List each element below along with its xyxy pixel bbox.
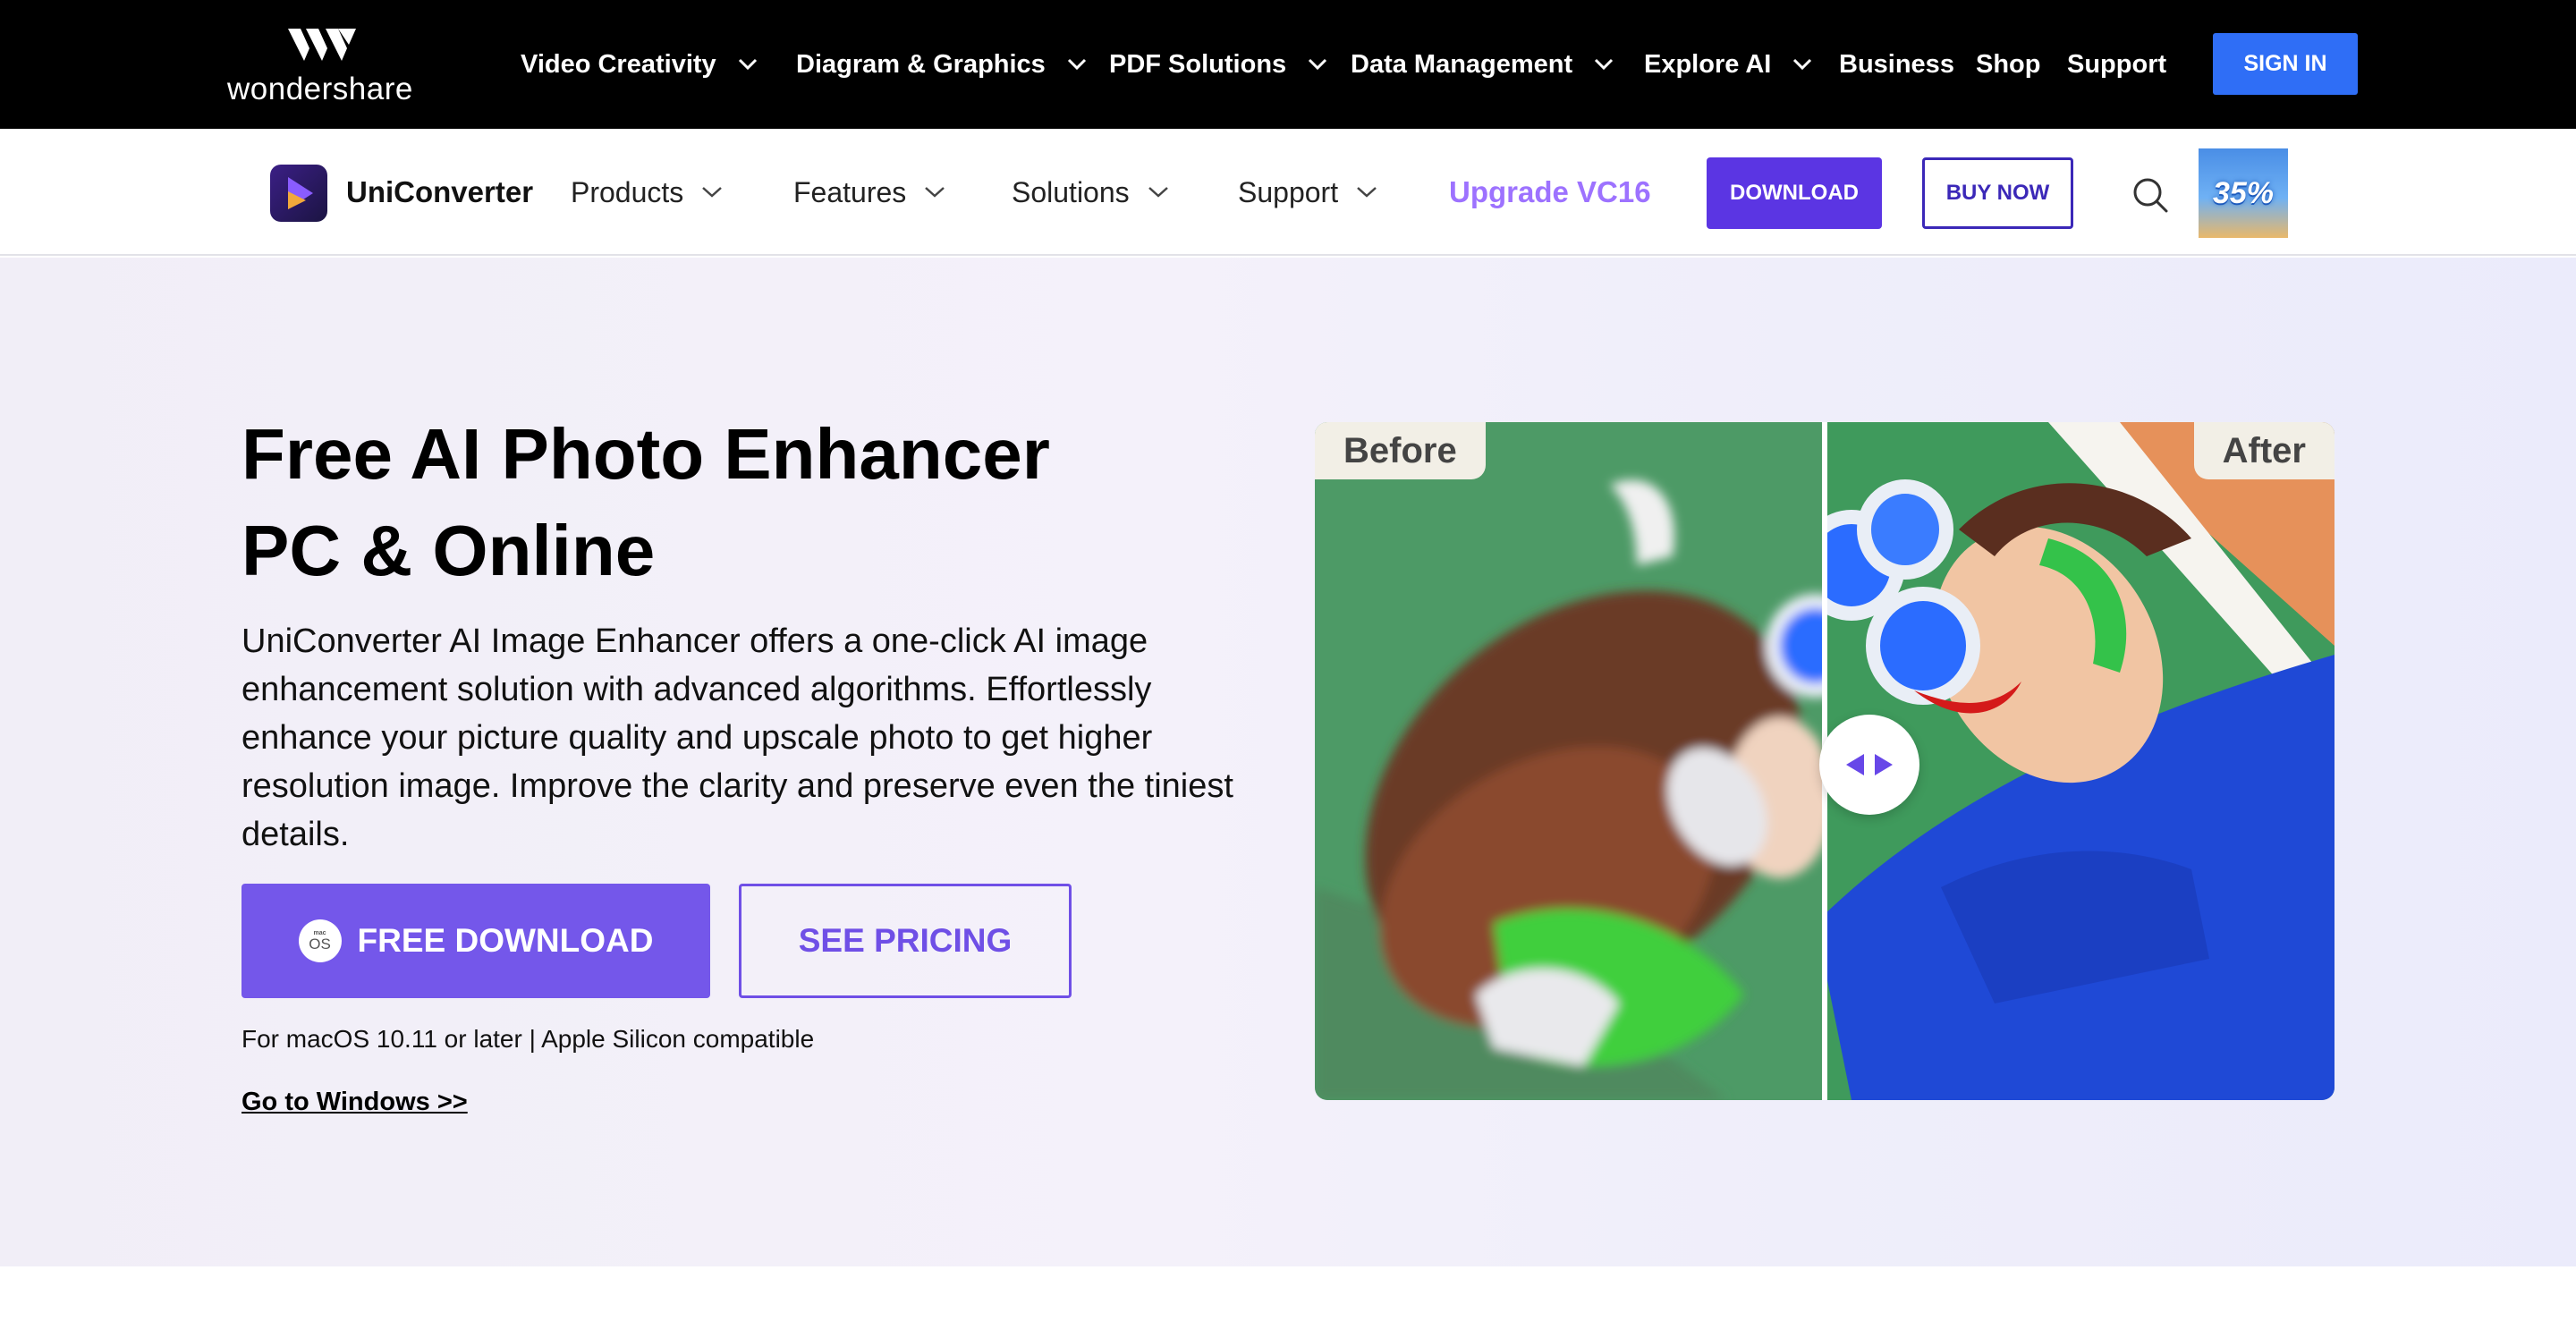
nav-item-label: Data Management: [1351, 49, 1573, 79]
sign-in-button[interactable]: SIGN IN: [2213, 33, 2358, 95]
page-content-below: [0, 1266, 2576, 1338]
buy-now-button[interactable]: BUY NOW: [1922, 157, 2073, 229]
nav-item-label: Video Creativity: [521, 49, 716, 79]
nav-item-label: Shop: [1976, 49, 2041, 79]
chevron-down-icon: [1067, 58, 1086, 71]
before-label: Before: [1315, 422, 1486, 479]
global-header: wondershare Video Creativity Diagram & G…: [0, 0, 2576, 129]
product-nav-features[interactable]: Features: [793, 129, 945, 256]
download-button[interactable]: DOWNLOAD: [1707, 157, 1882, 229]
chevron-down-icon: [1357, 187, 1377, 198]
product-nav-label: Support: [1238, 175, 1339, 208]
search-icon[interactable]: [2131, 175, 2170, 215]
drag-arrows-icon: [1846, 754, 1893, 775]
hero-section: Free AI Photo Enhancer PC & Online UniCo…: [0, 258, 2576, 1266]
nav-item-label: Explore AI: [1644, 49, 1772, 79]
comparison-slider-handle[interactable]: [1819, 715, 1919, 815]
promo-banner[interactable]: 35%: [2199, 148, 2288, 238]
compatibility-note: For macOS 10.11 or later | Apple Silicon…: [242, 1025, 815, 1053]
nav-pdf-solutions[interactable]: PDF Solutions: [1109, 0, 1327, 129]
chevron-down-icon: [925, 187, 945, 198]
uniconverter-logo-icon[interactable]: [270, 165, 327, 222]
nav-shop[interactable]: Shop: [1976, 0, 2041, 129]
title-line-2: PC & Online: [242, 511, 656, 590]
product-nav-label: Products: [571, 175, 684, 208]
nav-data-management[interactable]: Data Management: [1351, 0, 1614, 129]
chevron-down-icon: [702, 187, 723, 198]
os-badge-text: OS: [309, 936, 331, 953]
see-pricing-button[interactable]: SEE PRICING: [739, 884, 1072, 998]
chevron-down-icon: [1148, 187, 1168, 198]
free-download-button[interactable]: mac OS FREE DOWNLOAD: [242, 884, 710, 998]
promo-discount: 35%: [2212, 175, 2275, 210]
chevron-down-icon: [1595, 58, 1614, 71]
nav-item-label: PDF Solutions: [1109, 49, 1287, 79]
product-header: UniConverter Products Features Solutions…: [0, 129, 2576, 256]
product-nav-products[interactable]: Products: [571, 129, 723, 256]
nav-video-creativity[interactable]: Video Creativity: [521, 0, 758, 129]
chevron-down-icon: [1793, 58, 1812, 71]
play-icon: [288, 177, 313, 209]
product-nav-label: Features: [793, 175, 907, 208]
nav-support[interactable]: Support: [2067, 0, 2166, 129]
before-after-comparison[interactable]: Before After: [1315, 422, 2334, 1100]
nav-item-label: Business: [1839, 49, 1954, 79]
nav-item-label: Diagram & Graphics: [796, 49, 1046, 79]
wondershare-logo[interactable]: wondershare: [227, 27, 417, 109]
after-label: After: [2193, 422, 2334, 479]
chevron-down-icon: [738, 58, 757, 71]
nav-diagram-graphics[interactable]: Diagram & Graphics: [796, 0, 1087, 129]
product-nav-support[interactable]: Support: [1238, 129, 1377, 256]
title-line-1: Free AI Photo Enhancer: [242, 414, 1050, 494]
nav-explore-ai[interactable]: Explore AI: [1644, 0, 1812, 129]
nav-item-label: Support: [2067, 49, 2167, 79]
wondershare-logo-icon: [288, 29, 356, 61]
free-download-label: FREE DOWNLOAD: [357, 922, 654, 959]
product-name[interactable]: UniConverter: [346, 129, 533, 256]
wondershare-wordmark: wondershare: [227, 72, 413, 106]
page-title: Free AI Photo Enhancer PC & Online: [242, 406, 1315, 599]
product-nav-solutions[interactable]: Solutions: [1012, 129, 1169, 256]
macos-icon: mac OS: [298, 919, 342, 962]
hero-description: UniConverter AI Image Enhancer offers a …: [242, 622, 1233, 853]
upgrade-link[interactable]: Upgrade VC16: [1449, 129, 1651, 256]
chevron-down-icon: [1309, 58, 1327, 71]
product-nav-label: Solutions: [1012, 175, 1130, 208]
nav-business[interactable]: Business: [1839, 0, 1954, 129]
go-to-windows-link[interactable]: Go to Windows >>: [242, 1088, 468, 1117]
